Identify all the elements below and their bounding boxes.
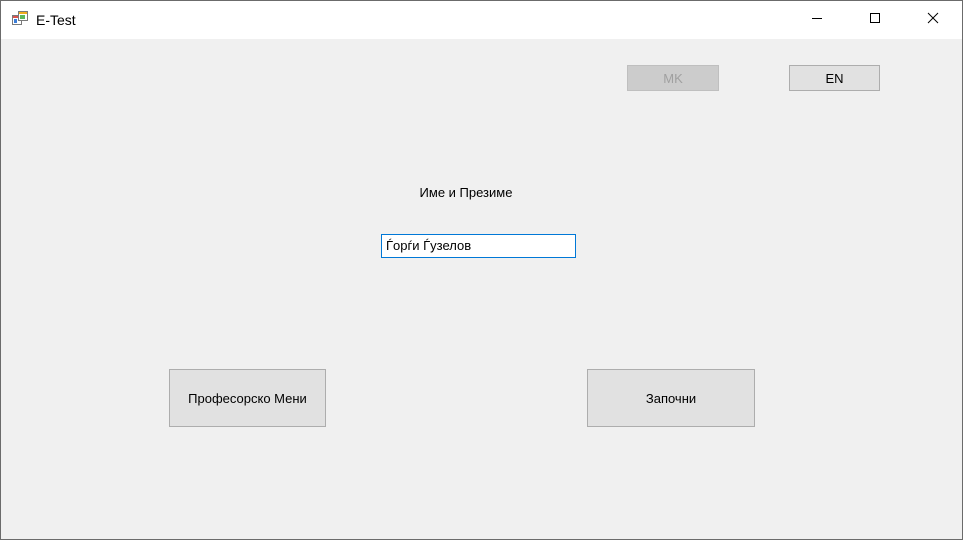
professor-menu-button[interactable]: Професорско Мени <box>169 369 326 427</box>
maximize-button[interactable] <box>852 1 898 39</box>
windows-form-icon[interactable] <box>12 11 28 27</box>
minimize-icon <box>811 11 823 29</box>
minimize-button[interactable] <box>794 1 840 39</box>
app-window: E-Test MK EN Име и Презиме Ѓорѓи Ѓузелов… <box>0 0 963 540</box>
maximize-icon <box>869 11 881 29</box>
full-name-label: Име и Презиме <box>419 185 513 200</box>
language-mk-button: MK <box>627 65 719 91</box>
start-button[interactable]: Започни <box>587 369 755 427</box>
form-client-area: MK EN Име и Презиме Ѓорѓи Ѓузелов Профес… <box>1 39 962 539</box>
full-name-input[interactable]: Ѓорѓи Ѓузелов <box>381 234 576 258</box>
window-title: E-Test <box>36 12 76 28</box>
close-button[interactable] <box>910 1 956 39</box>
close-icon <box>927 11 939 29</box>
title-bar[interactable]: E-Test <box>1 1 962 39</box>
language-en-button[interactable]: EN <box>789 65 880 91</box>
